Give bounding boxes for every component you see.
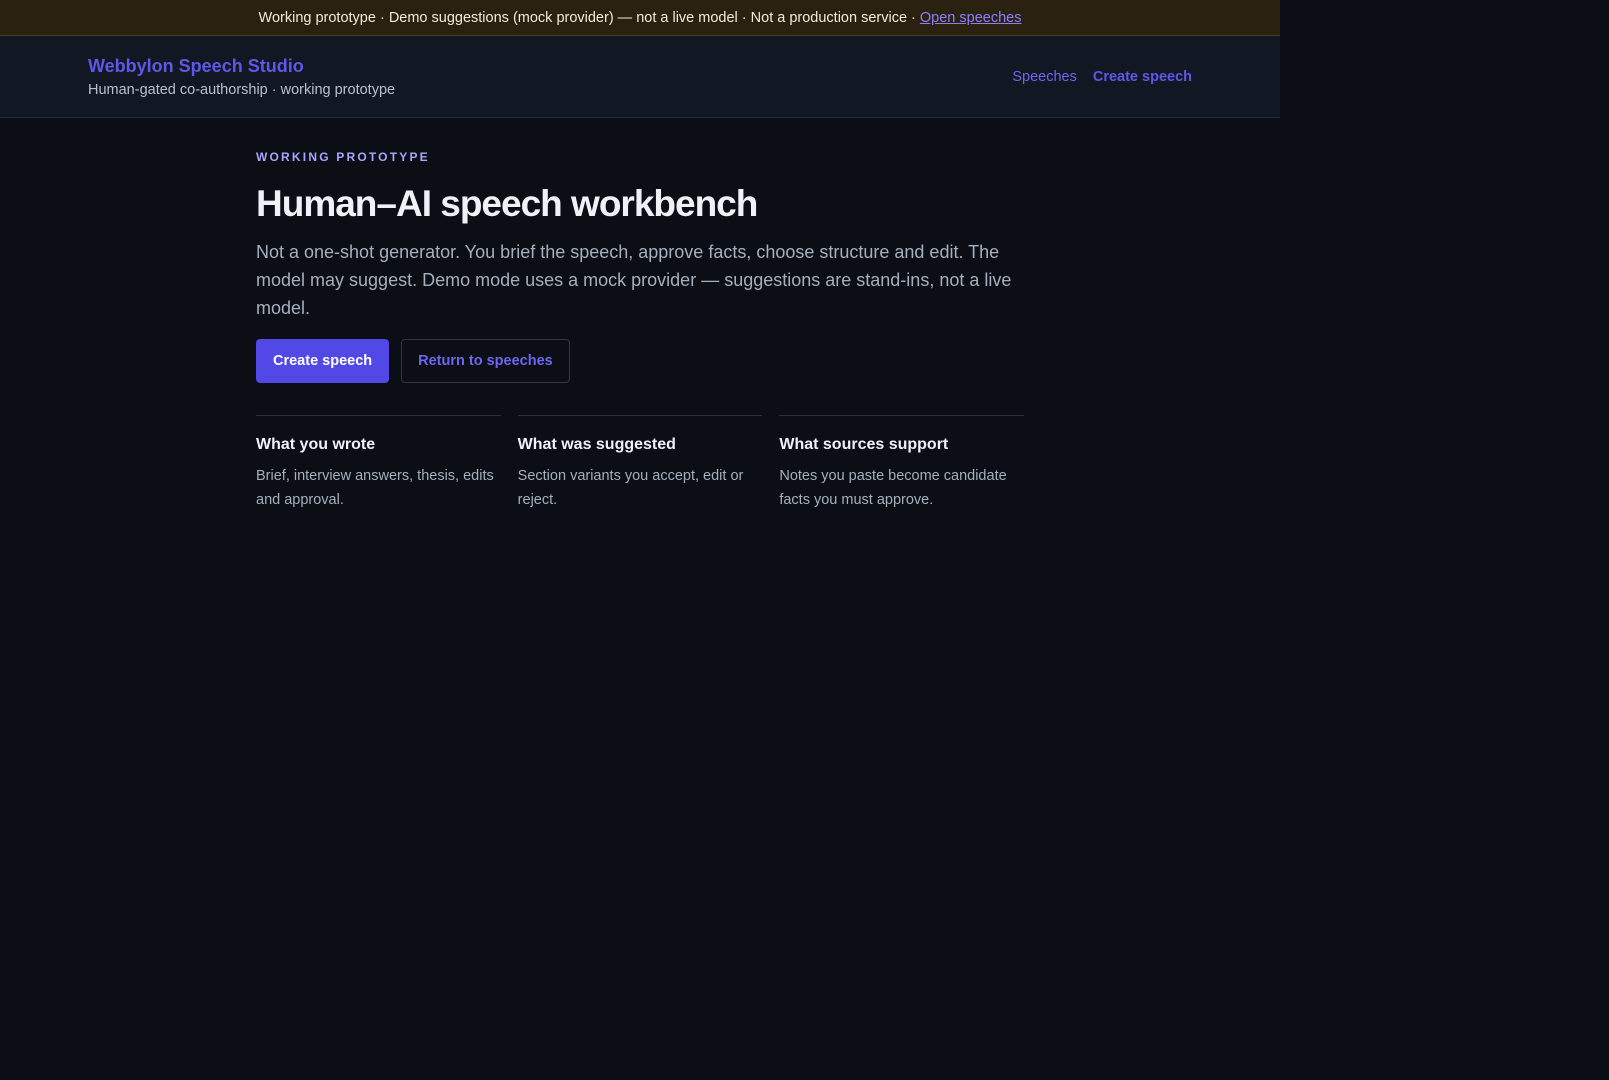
page-column: Working prototype · Demo suggestions (mo… <box>0 0 1280 1080</box>
feature-what-you-wrote: What you wrote Brief, interview answers,… <box>256 415 501 512</box>
brand-subtitle: Human-gated co-authorship · working prot… <box>88 82 396 98</box>
return-to-speeches-button[interactable]: Return to speeches <box>401 339 570 383</box>
open-speeches-link[interactable]: Open speeches <box>920 10 1022 26</box>
brand: Webbylon Speech Studio Human-gated co-au… <box>88 55 395 99</box>
banner-text: Working prototype · Demo suggestions (mo… <box>258 9 916 26</box>
feature-what-was-suggested: What was suggested Section variants you … <box>517 415 763 512</box>
nav-create-speech-link[interactable]: Create speech <box>1093 68 1192 86</box>
feature-description: Brief, interview answers, thesis, edits … <box>256 468 494 508</box>
prototype-banner: Working prototype · Demo suggestions (mo… <box>0 0 1280 36</box>
top-nav: Speeches Create speech <box>1012 68 1192 86</box>
page-title: Human–AI speech workbench <box>256 183 758 224</box>
brand-title-link[interactable]: Webbylon Speech Studio <box>88 55 395 77</box>
feature-title: What was suggested <box>517 436 676 453</box>
action-buttons: Create speech Return to speeches <box>256 339 1024 383</box>
create-speech-button[interactable]: Create speech <box>256 339 390 383</box>
intro-paragraph: Not a one-shot generator. You brief the … <box>256 242 1012 318</box>
eyebrow-label: WORKING PROTOTYPE <box>256 150 430 164</box>
nav-speeches-link[interactable]: Speeches <box>1012 68 1077 86</box>
feature-title: What sources support <box>779 436 949 453</box>
app-window: Working prototype · Demo suggestions (mo… <box>0 0 1609 1080</box>
feature-description: Notes you paste become candidate facts y… <box>779 468 1007 508</box>
site-header: Webbylon Speech Studio Human-gated co-au… <box>0 36 1280 118</box>
feature-columns: What you wrote Brief, interview answers,… <box>256 415 1025 512</box>
feature-what-sources-support: What sources support Notes you paste bec… <box>779 415 1025 512</box>
main-content: WORKING PROTOTYPE Human–AI speech workbe… <box>256 150 1025 512</box>
feature-title: What you wrote <box>256 436 376 453</box>
feature-description: Section variants you accept, edit or rej… <box>517 468 744 508</box>
